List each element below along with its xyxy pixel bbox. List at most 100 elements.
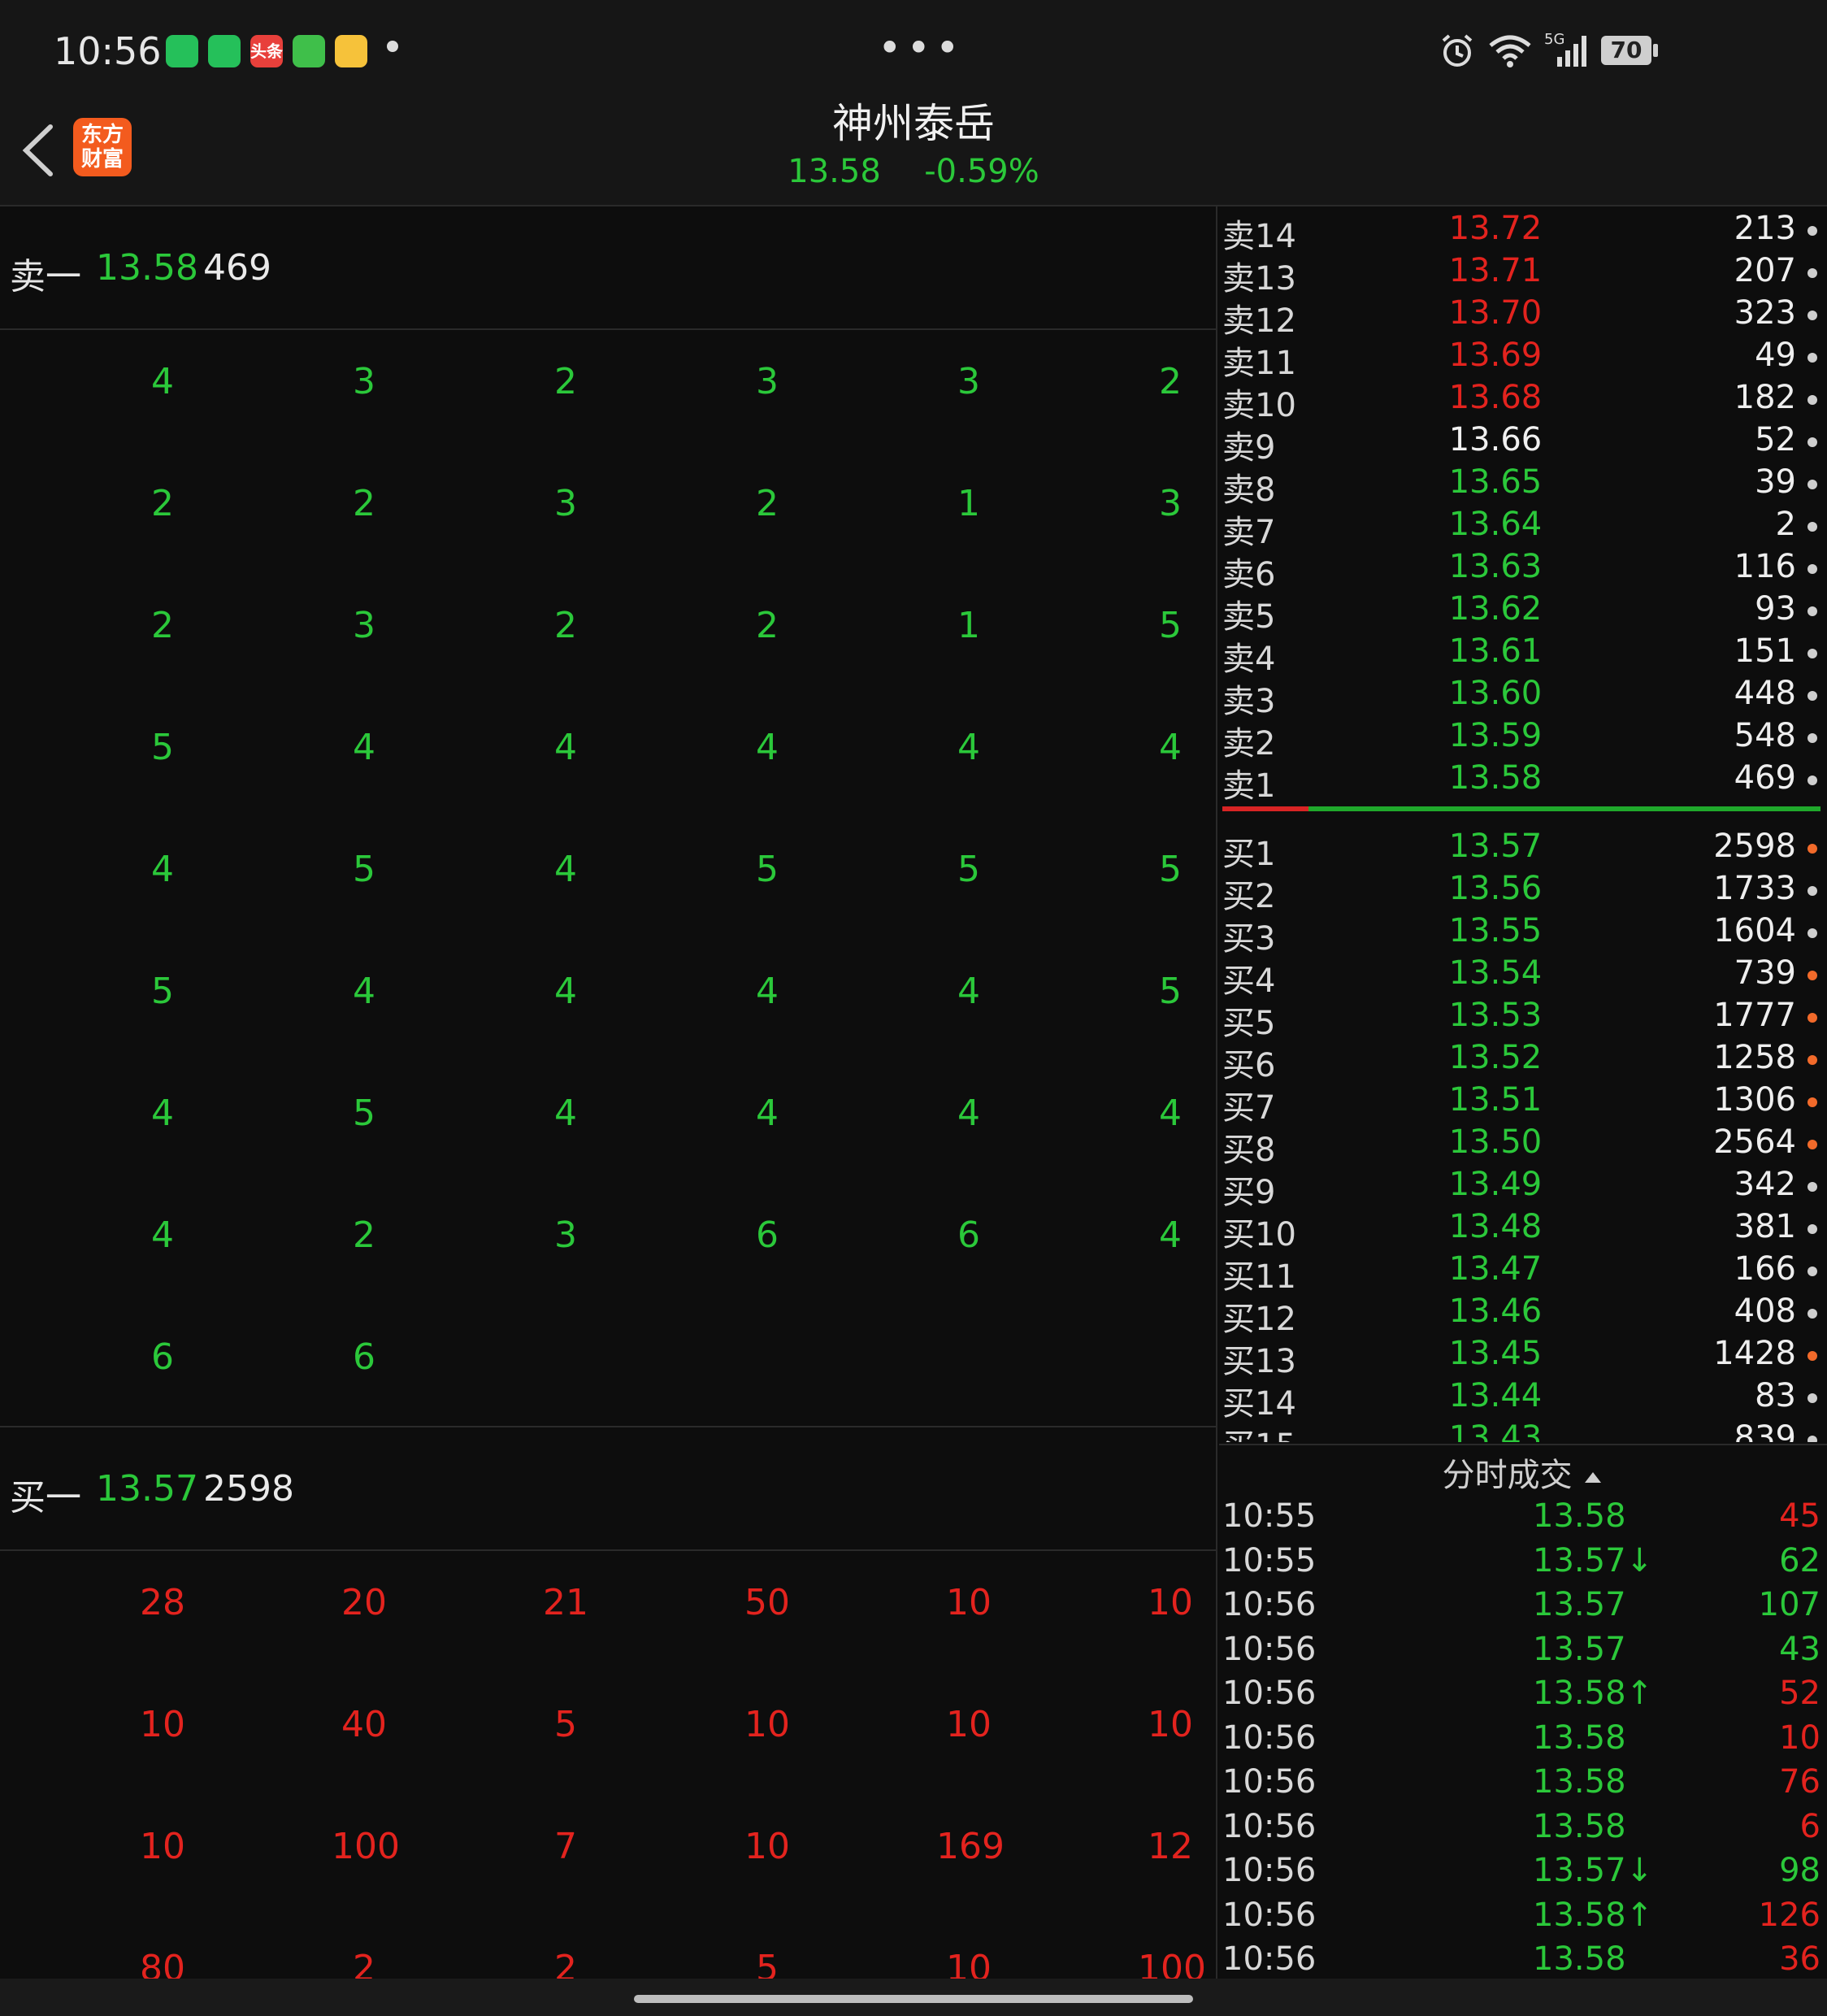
level-price: 13.48 <box>1448 1208 1543 1245</box>
level-price: 13.71 <box>1448 252 1543 289</box>
time-sales-row: 10:56 13.57 107 <box>1219 1584 1827 1628</box>
level-price: 13.58 <box>1448 759 1543 797</box>
sell-queue-cell: 5 <box>151 727 174 768</box>
time-sales-title-text: 分时成交 <box>1442 1457 1573 1494</box>
level-price: 13.72 <box>1448 210 1543 247</box>
level-label: 买15 <box>1222 1419 1296 1442</box>
sell-queue-cell: 5 <box>1159 849 1182 890</box>
ask-level-row[interactable]: 卖13 13.71 207 <box>1219 249 1827 298</box>
ask-level-row[interactable]: 卖10 13.68 182 <box>1219 376 1827 424</box>
buy-one-volume: 2598 <box>203 1468 294 1510</box>
home-indicator[interactable] <box>634 1995 1193 2003</box>
level-price: 13.55 <box>1448 912 1543 949</box>
bid-level-row[interactable]: 买13 13.45 1428 <box>1219 1332 1827 1380</box>
buy-one-header[interactable]: 买一 13.57 2598 <box>0 1426 1216 1551</box>
ask-level-row[interactable]: 卖2 13.59 548 <box>1219 714 1827 763</box>
level-indicator-dot <box>1807 971 1817 980</box>
sell-queue-cell: 5 <box>1159 971 1182 1012</box>
phone-icon <box>208 35 241 67</box>
sell-queue-cell: 6 <box>756 1214 779 1256</box>
bid-level-row[interactable]: 买7 13.51 1306 <box>1219 1078 1827 1127</box>
caret-up-icon <box>1585 1472 1602 1483</box>
level-price: 13.69 <box>1448 337 1543 374</box>
buy-queue-cell: 2 <box>353 1948 375 1979</box>
panel-divider <box>1216 206 1217 1979</box>
level-indicator-dot <box>1807 733 1817 743</box>
sell-queue-cell: 3 <box>353 605 375 646</box>
bid-level-row[interactable]: 买11 13.47 166 <box>1219 1247 1827 1296</box>
bid-level-row[interactable]: 买14 13.44 83 <box>1219 1374 1827 1423</box>
bid-level-row[interactable]: 买12 13.46 408 <box>1219 1289 1827 1338</box>
level-price: 13.50 <box>1448 1123 1543 1161</box>
level-volume: 381 <box>1734 1208 1796 1245</box>
buy-queue-cell: 5 <box>554 1704 577 1745</box>
sell-one-label: 卖一 <box>10 256 81 298</box>
buy-queue-cell: 10 <box>1148 1704 1193 1745</box>
level-indicator-dot <box>1807 928 1817 938</box>
sell-queue-cell: 1 <box>957 605 980 646</box>
bid-level-row[interactable]: 买4 13.54 739 <box>1219 951 1827 1000</box>
ask-level-row[interactable]: 卖6 13.63 116 <box>1219 545 1827 593</box>
time-sales-row: 10:55 13.57↓ 62 <box>1219 1540 1827 1584</box>
more-options-icon[interactable]: ••• <box>878 24 964 72</box>
bid-level-row[interactable]: 买5 13.53 1777 <box>1219 993 1827 1042</box>
bid-level-row[interactable]: 买10 13.48 381 <box>1219 1205 1827 1253</box>
buy-queue-cell: 10 <box>946 1704 992 1745</box>
bid-level-row[interactable]: 买3 13.55 1604 <box>1219 909 1827 958</box>
level-indicator-dot <box>1807 776 1817 785</box>
trade-time: 10:56 <box>1222 1852 1317 1889</box>
time-sales-row: 10:56 13.58↑ 52 <box>1219 1673 1827 1717</box>
level-indicator-dot <box>1807 1393 1817 1403</box>
ask-level-row[interactable]: 卖11 13.69 49 <box>1219 333 1827 382</box>
trade-price: 13.58 <box>1533 1497 1626 1535</box>
sell-queue-cell: 5 <box>353 1093 375 1134</box>
time-sales-title[interactable]: 分时成交 <box>1219 1449 1827 1496</box>
buy-queue-cell: 10 <box>140 1704 185 1745</box>
ask-level-row[interactable]: 卖14 13.72 213 <box>1219 206 1827 255</box>
level-price: 13.52 <box>1448 1039 1543 1076</box>
bid-level-row[interactable]: 买1 13.57 2598 <box>1219 824 1827 873</box>
toutiao-icon: 头条 <box>250 35 283 67</box>
trade-price: 13.58 <box>1533 1718 1626 1757</box>
bid-level-row[interactable]: 买8 13.50 2564 <box>1219 1120 1827 1169</box>
order-queue-panel: 卖一 13.58 469 432332223213232215544444454… <box>0 206 1216 1979</box>
ask-level-row[interactable]: 卖5 13.62 93 <box>1219 587 1827 636</box>
level-volume: 448 <box>1734 675 1796 712</box>
sell-queue-cell: 5 <box>151 971 174 1012</box>
sell-queue-cell: 4 <box>151 1093 174 1134</box>
sell-queue-cell: 4 <box>1159 727 1182 768</box>
level-volume: 548 <box>1734 717 1796 754</box>
ask-level-row[interactable]: 卖1 13.58 469 <box>1219 756 1827 805</box>
bid-level-row[interactable]: 买15 13.43 839 <box>1219 1416 1827 1442</box>
sell-queue-cell: 4 <box>957 1093 980 1134</box>
sell-queue-cell: 5 <box>756 849 779 890</box>
ask-level-row[interactable]: 卖3 13.60 448 <box>1219 671 1827 720</box>
trade-volume: 10 <box>1779 1718 1820 1757</box>
trade-volume: 6 <box>1799 1807 1820 1845</box>
cellular-signal-icon: 5G <box>1544 31 1591 73</box>
sell-queue-cell: 4 <box>554 849 577 890</box>
bid-level-row[interactable]: 买6 13.52 1258 <box>1219 1036 1827 1084</box>
level-volume: 2564 <box>1713 1123 1796 1161</box>
sell-queue-cell: 2 <box>554 605 577 646</box>
level-volume: 1777 <box>1713 997 1796 1034</box>
bid-level-row[interactable]: 买2 13.56 1733 <box>1219 867 1827 915</box>
ask-level-row[interactable]: 卖7 13.64 2 <box>1219 502 1827 551</box>
trade-time: 10:56 <box>1222 1630 1317 1668</box>
buy-queue-cell: 10 <box>946 1582 992 1623</box>
sell-one-header[interactable]: 卖一 13.58 469 <box>0 206 1216 330</box>
bid-level-row[interactable]: 买9 13.49 342 <box>1219 1162 1827 1211</box>
ask-level-row[interactable]: 卖9 13.66 52 <box>1219 418 1827 467</box>
ask-level-row[interactable]: 卖12 13.70 323 <box>1219 291 1827 340</box>
trade-volume: 52 <box>1779 1675 1820 1712</box>
trade-price: 13.58 <box>1533 1807 1626 1845</box>
order-book[interactable]: 卖14 13.72 213 卖13 13.71 207 卖12 13.70 323 卖11 13.6… <box>1219 206 1827 1442</box>
ask-level-row[interactable]: 卖4 13.61 151 <box>1219 629 1827 678</box>
level-price: 13.61 <box>1448 632 1543 670</box>
sell-queue-cell: 4 <box>353 971 375 1012</box>
time-sales-row: 10:56 13.58 6 <box>1219 1806 1827 1850</box>
level-volume: 469 <box>1734 759 1796 797</box>
trade-price: 13.58 <box>1533 1763 1626 1801</box>
time-sales-list[interactable]: 10:55 13.58 45 10:55 13.57↓ 62 10:56 13.57 107 10… <box>1219 1496 1827 1983</box>
ask-level-row[interactable]: 卖8 13.65 39 <box>1219 460 1827 509</box>
